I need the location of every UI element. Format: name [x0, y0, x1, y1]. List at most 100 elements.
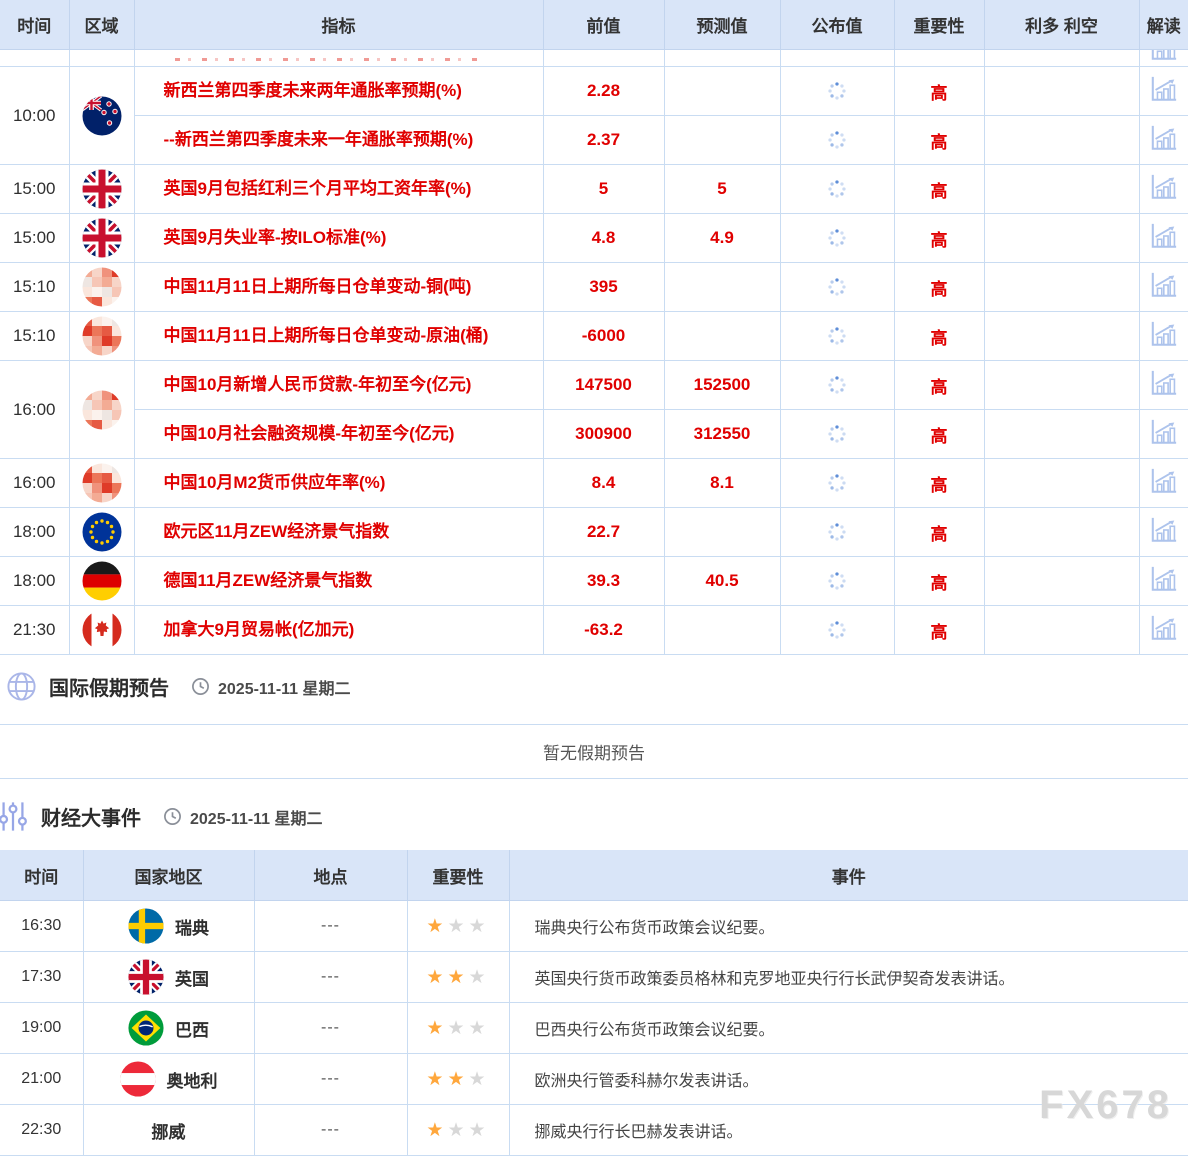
event-cell: 瑞典央行公布货币政策会议纪要。	[509, 901, 1188, 952]
interpretation-cell	[1139, 214, 1188, 263]
interpretation-cell	[1139, 50, 1188, 67]
region-flag-cell	[69, 214, 134, 263]
interpretation-cell	[1139, 67, 1188, 116]
indicator-cell: 中国10月新增人民币贷款-年初至今(亿元)	[134, 361, 543, 410]
chart-icon[interactable]	[1149, 173, 1179, 201]
time-cell: 22:30	[0, 1105, 83, 1156]
header-time: 时间	[0, 0, 69, 50]
chart-icon[interactable]	[1149, 516, 1179, 544]
indicator-link[interactable]: 中国10月社会融资规模-年初至今(亿元)	[136, 423, 542, 444]
previous-cell: 2.37	[543, 116, 664, 165]
chart-icon[interactable]	[1149, 124, 1179, 152]
economic-row: 中国10月社会融资规模-年初至今(亿元)300900312550高	[0, 410, 1188, 459]
chart-icon[interactable]	[1149, 565, 1179, 593]
indicator-link[interactable]: 欧元区11月ZEW经济景气指数	[136, 521, 542, 542]
country-cell: 挪威	[83, 1105, 254, 1156]
published-cell	[780, 606, 894, 655]
indicator-link[interactable]: 德国11月ZEW经济景气指数	[136, 570, 542, 591]
indicator-cell: 欧元区11月ZEW经济景气指数	[134, 508, 543, 557]
importance-cell: ★★★	[407, 952, 509, 1003]
star-rating: ★★★	[426, 1069, 489, 1090]
flag-ca-icon	[82, 610, 122, 650]
interpretation-cell	[1139, 459, 1188, 508]
importance-cell: 高	[894, 67, 984, 116]
time-cell: 15:10	[0, 263, 69, 312]
indicator-link[interactable]: 中国10月新增人民币贷款-年初至今(亿元)	[136, 374, 542, 395]
location-cell: ---	[254, 952, 407, 1003]
indicator-cell: 中国11月11日上期所每日仓单变动-原油(桶)	[134, 312, 543, 361]
flag-se-icon	[128, 908, 164, 944]
star-rating: ★★★	[426, 1018, 489, 1039]
interpretation-cell	[1139, 165, 1188, 214]
importance-cell: 高	[894, 214, 984, 263]
chart-icon[interactable]	[1149, 418, 1179, 446]
indicator-cell: 中国10月社会融资规模-年初至今(亿元)	[134, 410, 543, 459]
star-icon: ★	[469, 1120, 490, 1141]
chart-icon[interactable]	[1149, 320, 1179, 348]
country-name: 巴西	[175, 1016, 209, 1041]
indicator-link[interactable]: 英国9月失业率-按ILO标准(%)	[136, 227, 542, 248]
star-icon: ★	[469, 1018, 490, 1039]
country-name: 瑞典	[175, 914, 209, 939]
star-icon: ★	[469, 1069, 490, 1090]
interpretation-cell	[1139, 557, 1188, 606]
published-cell	[780, 508, 894, 557]
star-icon: ★	[447, 1120, 468, 1141]
bias-cell	[984, 361, 1139, 410]
indicator-link[interactable]: 中国11月11日上期所每日仓单变动-原油(桶)	[136, 325, 542, 346]
location-cell: ---	[254, 1003, 407, 1054]
published-cell	[780, 459, 894, 508]
region-flag-cell	[69, 67, 134, 165]
fx678-watermark: FX678	[1039, 1083, 1172, 1128]
importance-cell: ★★★	[407, 1003, 509, 1054]
economic-row: 15:10中国11月11日上期所每日仓单变动-铜(吨)395高	[0, 263, 1188, 312]
holiday-section-title: 国际假期预告	[49, 672, 169, 701]
indicator-link[interactable]: 加拿大9月贸易帐(亿加元)	[136, 619, 542, 640]
previous-cell: -63.2	[543, 606, 664, 655]
indicator-link[interactable]: 英国9月包括红利三个月平均工资年率(%)	[136, 178, 542, 199]
forecast-cell	[664, 116, 780, 165]
country-name: 挪威	[152, 1118, 186, 1143]
event-cell: 英国央行货币政策委员格林和克罗地亚央行行长武伊契奇发表讲话。	[509, 952, 1188, 1003]
forecast-cell: 152500	[664, 361, 780, 410]
indicator-link[interactable]: --新西兰第四季度未来一年通胀率预期(%)	[136, 129, 542, 150]
indicator-cell: 英国9月包括红利三个月平均工资年率(%)	[134, 165, 543, 214]
header-importance: 重要性	[407, 850, 509, 901]
importance-cell: 高	[894, 606, 984, 655]
flag-uk-icon	[82, 218, 122, 258]
previous-cell: -6000	[543, 312, 664, 361]
indicator-link[interactable]: 中国10月M2货币供应年率(%)	[136, 472, 542, 493]
events-table: 时间 国家地区 地点 重要性 事件 16:30瑞典---★★★瑞典央行公布货币政…	[0, 850, 1188, 1156]
chart-icon[interactable]	[1149, 369, 1179, 397]
event-cell: 巴西央行公布货币政策会议纪要。	[509, 1003, 1188, 1054]
time-cell: 17:30	[0, 952, 83, 1003]
indicator-link[interactable]: 中国11月11日上期所每日仓单变动-铜(吨)	[136, 276, 542, 297]
indicator-link[interactable]: 新西兰第四季度未来两年通胀率预期(%)	[136, 80, 542, 101]
chart-icon[interactable]	[1149, 467, 1179, 495]
published-cell	[780, 165, 894, 214]
chart-icon[interactable]	[1149, 222, 1179, 250]
event-row: 19:00巴西---★★★巴西央行公布货币政策会议纪要。	[0, 1003, 1188, 1054]
time-cell: 16:30	[0, 901, 83, 952]
chart-icon[interactable]	[1149, 614, 1179, 642]
published-cell	[780, 67, 894, 116]
star-icon: ★	[447, 1069, 468, 1090]
flag-cn_blur4-icon	[82, 463, 122, 503]
holiday-section-date: 2025-11-11 星期二	[218, 675, 351, 699]
header-published: 公布值	[780, 0, 894, 50]
events-section-title: 财经大事件	[41, 802, 141, 831]
importance-cell: 高	[894, 116, 984, 165]
previous-cell: 2.28	[543, 67, 664, 116]
loading-spinner-icon	[826, 227, 848, 249]
economic-row: 15:00英国9月包括红利三个月平均工资年率(%)55高	[0, 165, 1188, 214]
chart-icon[interactable]	[1149, 75, 1179, 103]
importance-cell: ★★★	[407, 1105, 509, 1156]
forecast-cell	[664, 50, 780, 67]
star-icon: ★	[469, 967, 490, 988]
time-cell: 18:00	[0, 557, 69, 606]
loading-spinner-icon	[826, 80, 848, 102]
country-cell: 巴西	[83, 1003, 254, 1054]
forecast-cell	[664, 606, 780, 655]
chart-icon[interactable]	[1149, 271, 1179, 299]
star-icon: ★	[426, 1069, 447, 1090]
